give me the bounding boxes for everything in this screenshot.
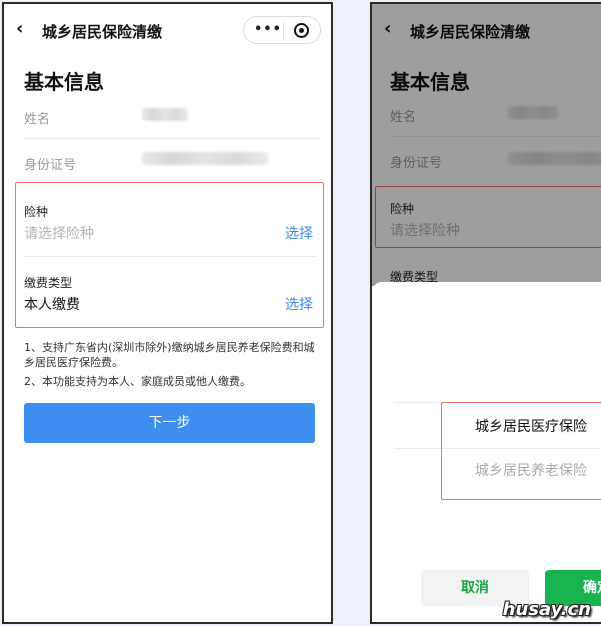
more-icon[interactable]: ••• (254, 22, 282, 37)
note-line-1: 1、支持广东省内(深圳市除外)缴纳城乡居民养老保险费和城乡居民医疗保险费。 (24, 341, 315, 369)
phone-screen-left: ‹ 城乡居民保险清缴 ••• 基本信息 姓名 身份证号 险种 请选择险种 选择 … (2, 2, 333, 624)
picker-option-medical[interactable]: 城乡居民医疗保险 (475, 416, 587, 436)
insurance-type-select-button[interactable]: 选择 (285, 223, 313, 243)
insurance-type-placeholder[interactable]: 请选择险种 (24, 223, 94, 243)
name-value-redacted (142, 108, 188, 121)
capsule-divider (283, 23, 284, 39)
picker-option-pension[interactable]: 城乡居民养老保险 (475, 460, 587, 480)
id-number-value-redacted (142, 152, 268, 165)
page-title: 基本信息 (24, 70, 104, 94)
payment-type-label: 缴费类型 (24, 276, 73, 290)
nav-title: 城乡居民保险清缴 (42, 23, 163, 41)
modal-backdrop[interactable] (372, 4, 601, 286)
insurance-type-label: 险种 (24, 205, 49, 219)
navigation-bar: ‹ 城乡居民保险清缴 ••• (4, 4, 331, 56)
divider (24, 256, 317, 257)
close-target-icon[interactable] (294, 23, 309, 38)
divider (24, 138, 321, 139)
next-step-button[interactable]: 下一步 (24, 403, 315, 443)
note-line-2: 2、本功能支持为本人、家庭成员或他人缴费。 (24, 375, 251, 388)
payment-type-select-button[interactable]: 选择 (285, 294, 313, 314)
payment-type-value[interactable]: 本人缴费 (24, 294, 80, 314)
name-label: 姓名 (24, 112, 51, 127)
mini-program-capsule: ••• (243, 16, 321, 44)
phone-screen-right: ‹ 城乡居民保险清缴 基本信息 姓名 身份证号 险种 请选择险种 缴费类型 城乡… (370, 2, 601, 624)
back-chevron-icon[interactable]: ‹ (16, 18, 23, 39)
id-number-label: 身份证号 (24, 158, 77, 173)
watermark-logo: husay.cn (502, 599, 591, 620)
